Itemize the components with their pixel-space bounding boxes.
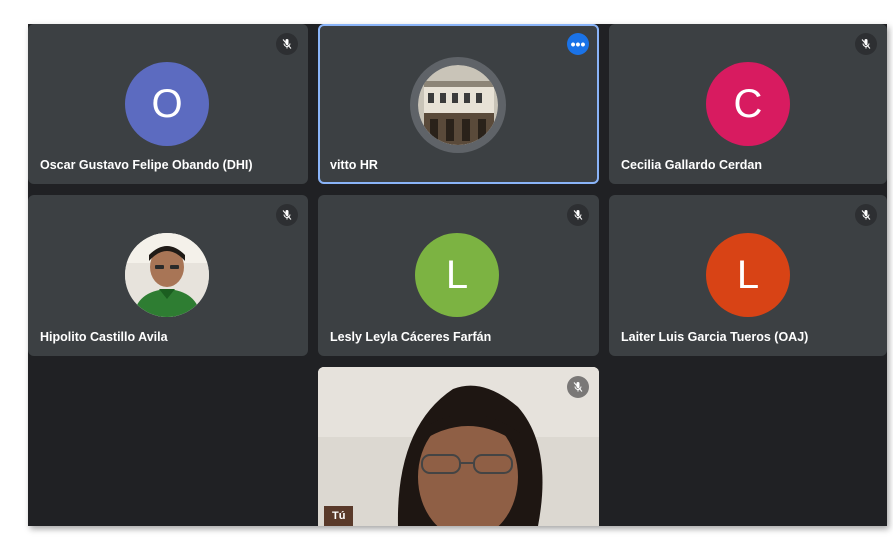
participant-tile-lesly[interactable]: L Lesly Leyla Cáceres Farfán [318,195,599,356]
avatar: L [415,233,499,317]
more-options-icon[interactable]: ••• [567,33,589,55]
participant-tile-cecilia[interactable]: C Cecilia Gallardo Cerdan [609,24,887,184]
avatar-initial: C [733,81,763,126]
building-photo [418,65,498,145]
meeting-grid: O Oscar Gustavo Felipe Obando (DHI) ••• … [28,24,887,526]
participant-name: Lesly Leyla Cáceres Farfán [330,330,492,344]
self-video [318,367,599,526]
avatar [410,57,506,153]
mic-off-icon [855,33,877,55]
self-video-tile[interactable]: Tú [318,367,599,526]
participant-tile-oscar[interactable]: O Oscar Gustavo Felipe Obando (DHI) [28,24,308,184]
participant-tile-hipolito[interactable]: Hipolito Castillo Avila [28,195,308,356]
participant-name: Cecilia Gallardo Cerdan [621,158,763,172]
participant-tile-laiter[interactable]: L Laiter Luis Garcia Tueros (OAJ) [609,195,887,356]
participant-name: Hipolito Castillo Avila [40,330,168,344]
mic-off-icon [567,376,589,398]
avatar-initial: L [445,252,469,297]
mic-off-icon [855,204,877,226]
self-label: Tú [324,506,354,526]
mic-off-icon [276,204,298,226]
participant-name: vitto HR [330,158,378,172]
avatar: C [706,62,790,146]
mic-off-icon [567,204,589,226]
avatar: L [706,233,790,317]
participant-name: Oscar Gustavo Felipe Obando (DHI) [40,158,253,172]
avatar [125,233,209,317]
avatar-initial: O [151,81,183,126]
avatar-initial: L [736,252,760,297]
participant-name: Laiter Luis Garcia Tueros (OAJ) [621,330,809,344]
participant-tile-vitto[interactable]: ••• vitto HR [318,24,599,184]
mic-off-icon [276,33,298,55]
person-photo [125,233,209,317]
avatar: O [125,62,209,146]
